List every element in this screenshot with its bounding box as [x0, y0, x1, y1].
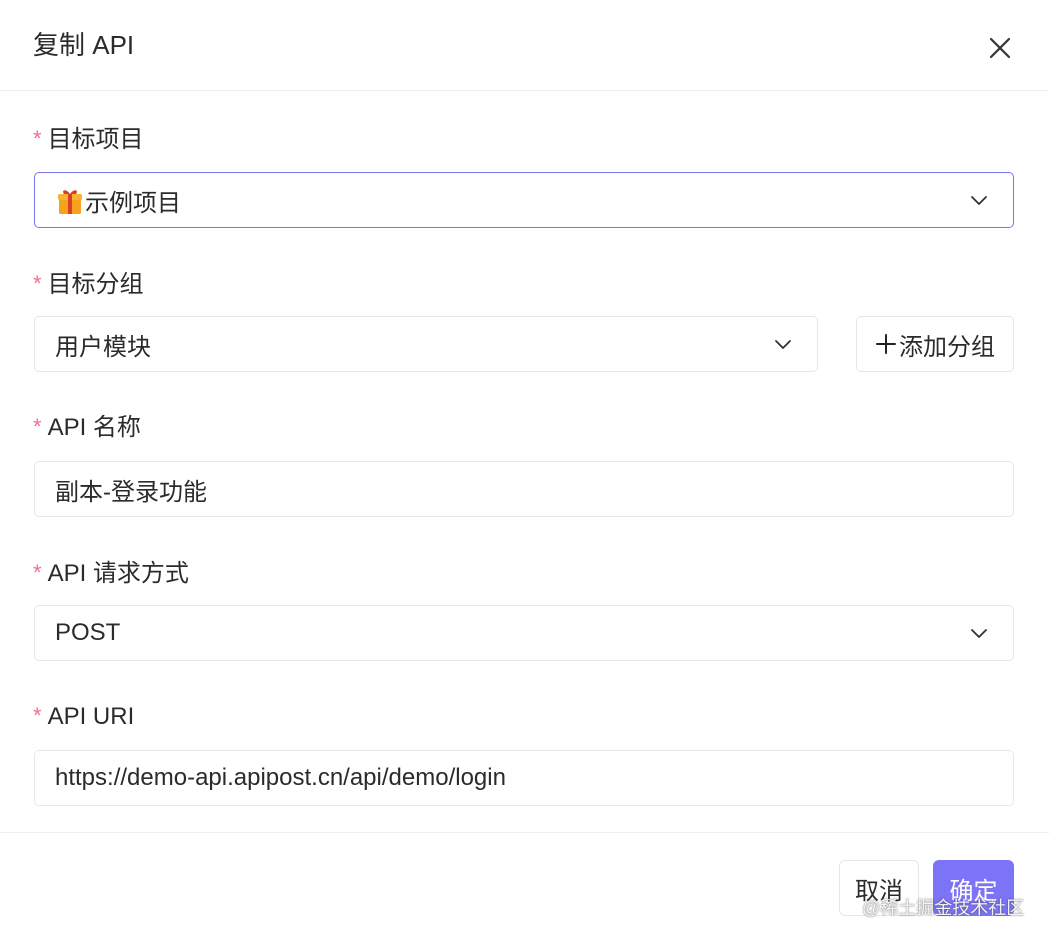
copy-api-dialog: 复制 API * 目标项目 示例项目 * 目标分组 用户模块 添加分组 * AP… [0, 0, 1049, 942]
name-label-row: * API 名称 [33, 412, 141, 444]
method-label: API 请求方式 [47, 560, 189, 587]
name-label: API 名称 [47, 414, 141, 441]
footer-divider [0, 832, 1049, 833]
cancel-label: 取消 [855, 877, 903, 905]
required-mark: * [33, 414, 42, 439]
method-select[interactable]: POST [34, 605, 1014, 661]
dialog-title: 复制 API [33, 30, 135, 60]
close-button[interactable] [984, 32, 1016, 64]
uri-label-row: * API URI [33, 701, 134, 733]
required-mark: * [33, 126, 42, 151]
project-label-row: * 目标项目 [33, 124, 144, 156]
api-name-input[interactable]: 副本-登录功能 [34, 461, 1014, 517]
method-value: POST [55, 619, 121, 646]
project-value: 示例项目 [85, 189, 181, 217]
required-mark: * [33, 703, 42, 728]
group-select[interactable]: 用户模块 [34, 316, 818, 372]
project-select[interactable]: 示例项目 [34, 172, 1014, 228]
chevron-down-icon [775, 340, 791, 349]
add-group-button[interactable]: 添加分组 [856, 316, 1014, 372]
group-label: 目标分组 [47, 271, 144, 298]
dialog-header: 复制 API [0, 0, 1049, 91]
required-mark: * [33, 560, 42, 585]
required-mark: * [33, 271, 42, 296]
chevron-down-icon [971, 196, 987, 205]
confirm-button[interactable]: 确定 [933, 860, 1014, 916]
api-uri-input[interactable]: https://demo-api.apipost.cn/api/demo/log… [34, 750, 1014, 806]
cancel-button[interactable]: 取消 [839, 860, 919, 916]
uri-label: API URI [47, 703, 135, 730]
confirm-label: 确定 [949, 877, 998, 905]
group-label-row: * 目标分组 [33, 269, 144, 301]
chevron-down-icon [971, 629, 987, 638]
api-name-value: 副本-登录功能 [55, 478, 207, 506]
plus-icon [876, 334, 896, 354]
group-value: 用户模块 [55, 333, 151, 361]
close-icon [989, 37, 1011, 59]
method-label-row: * API 请求方式 [33, 558, 189, 590]
api-uri-value: https://demo-api.apipost.cn/api/demo/log… [55, 764, 506, 791]
gift-icon [58, 190, 82, 214]
project-label: 目标项目 [47, 126, 144, 153]
add-group-label: 添加分组 [899, 333, 995, 361]
